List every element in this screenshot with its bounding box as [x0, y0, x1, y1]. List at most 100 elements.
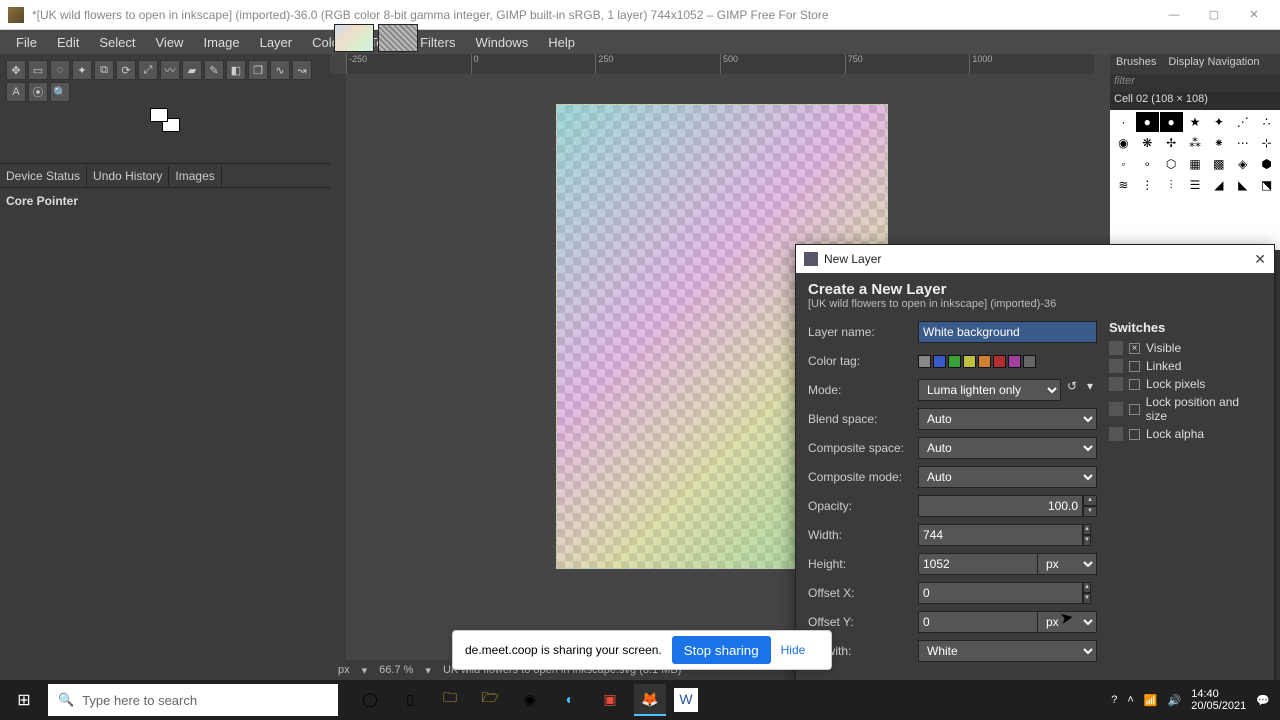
blend-space-select[interactable]: Auto: [918, 408, 1097, 430]
tool-smudge-icon[interactable]: ∿: [270, 60, 290, 80]
switch-checkbox[interactable]: [1129, 343, 1140, 354]
tab-display-navigation[interactable]: Display Navigation: [1162, 54, 1265, 74]
color-tag-swatch[interactable]: [963, 355, 976, 368]
tool-move-icon[interactable]: ✥: [6, 60, 26, 80]
dialog-close-button[interactable]: ✕: [1254, 251, 1266, 268]
taskbar-app-red-icon[interactable]: ▣: [594, 684, 626, 716]
image-tab-2[interactable]: [378, 24, 418, 52]
tool-scale-icon[interactable]: ⤢: [138, 60, 158, 80]
brush-item[interactable]: ☰: [1184, 175, 1207, 195]
brush-item[interactable]: ▦: [1184, 154, 1207, 174]
tool-free-select-icon[interactable]: ◌: [50, 60, 70, 80]
tab-brushes[interactable]: Brushes: [1110, 54, 1162, 74]
menu-select[interactable]: Select: [89, 32, 145, 53]
brush-item[interactable]: ⫶: [1160, 175, 1183, 195]
brush-item[interactable]: ⊹: [1255, 133, 1278, 153]
tray-clock[interactable]: 14:40 20/05/2021: [1191, 688, 1246, 712]
menu-help[interactable]: Help: [538, 32, 585, 53]
brush-item[interactable]: ∴: [1255, 112, 1278, 132]
offset-x-input[interactable]: [918, 582, 1083, 604]
brush-item[interactable]: ✦: [1207, 112, 1230, 132]
menu-file[interactable]: File: [6, 32, 47, 53]
stop-sharing-button[interactable]: Stop sharing: [672, 636, 771, 664]
color-tag-swatch[interactable]: [1008, 355, 1021, 368]
brush-item[interactable]: ⁕: [1207, 133, 1230, 153]
brush-item[interactable]: ⬡: [1160, 154, 1183, 174]
brush-item[interactable]: ⋯: [1231, 133, 1254, 153]
tray-wifi-icon[interactable]: 📶: [1144, 694, 1158, 707]
tool-text-icon[interactable]: A: [6, 82, 26, 102]
switch-lock-pixels[interactable]: Lock pixels: [1109, 377, 1262, 391]
fg-bg-colors[interactable]: [150, 108, 180, 132]
color-tag-swatch[interactable]: [993, 355, 1006, 368]
brush-item[interactable]: ✢: [1160, 133, 1183, 153]
mode-reset-icon[interactable]: ↺: [1065, 379, 1079, 401]
layer-name-input[interactable]: [918, 321, 1097, 343]
width-input[interactable]: [918, 524, 1083, 546]
tool-fuzzy-select-icon[interactable]: ✦: [72, 60, 92, 80]
tool-crop-icon[interactable]: ⧉: [94, 60, 114, 80]
dialog-titlebar[interactable]: New Layer ✕: [796, 245, 1274, 273]
tool-warp-icon[interactable]: 〰: [160, 60, 180, 80]
composite-mode-select[interactable]: Auto: [918, 466, 1097, 488]
tool-rotate-icon[interactable]: ⟳: [116, 60, 136, 80]
color-tag-swatch[interactable]: [978, 355, 991, 368]
menu-view[interactable]: View: [146, 32, 194, 53]
taskbar-search[interactable]: 🔍 Type here to search: [48, 684, 338, 716]
brush-item[interactable]: ·: [1112, 112, 1135, 132]
tool-clone-icon[interactable]: ❐: [248, 60, 268, 80]
switch-visible[interactable]: Visible: [1109, 341, 1262, 355]
hide-share-button[interactable]: Hide: [781, 643, 806, 657]
tool-bucket-icon[interactable]: ▰: [182, 60, 202, 80]
brush-item[interactable]: ★: [1184, 112, 1207, 132]
brush-item[interactable]: ⋰: [1231, 112, 1254, 132]
brush-item[interactable]: ⬢: [1255, 154, 1278, 174]
mode-select[interactable]: Luma lighten only: [918, 379, 1061, 401]
image-tab-1[interactable]: [334, 24, 374, 52]
switch-checkbox[interactable]: [1129, 361, 1140, 372]
composite-space-select[interactable]: Auto: [918, 437, 1097, 459]
brush-item[interactable]: ◣: [1231, 175, 1254, 195]
tool-pencil-icon[interactable]: ✎: [204, 60, 224, 80]
size-unit-select[interactable]: px: [1037, 553, 1097, 575]
switch-checkbox[interactable]: [1129, 404, 1140, 415]
close-button[interactable]: ✕: [1236, 5, 1272, 25]
minimize-button[interactable]: —: [1156, 5, 1192, 25]
menu-windows[interactable]: Windows: [465, 32, 538, 53]
taskbar-explorer-icon[interactable]: 🗀: [434, 684, 466, 716]
tool-path-icon[interactable]: ↝: [292, 60, 312, 80]
color-tag-swatch[interactable]: [933, 355, 946, 368]
brush-item[interactable]: ◈: [1231, 154, 1254, 174]
brush-item[interactable]: ◉: [1112, 133, 1135, 153]
opacity-input[interactable]: [918, 495, 1083, 517]
status-unit[interactable]: px: [338, 664, 350, 676]
taskbar-gimp-icon[interactable]: 🦊: [634, 684, 666, 716]
menu-edit[interactable]: Edit: [47, 32, 89, 53]
fill-with-select[interactable]: White: [918, 640, 1097, 662]
tray-help-icon[interactable]: ?: [1111, 694, 1117, 706]
brush-item[interactable]: ❋: [1136, 133, 1159, 153]
start-button[interactable]: ⊞: [0, 680, 48, 720]
switch-checkbox[interactable]: [1129, 379, 1140, 390]
tab-images[interactable]: Images: [169, 166, 221, 186]
tab-device-status[interactable]: Device Status: [0, 166, 87, 186]
tool-zoom-icon[interactable]: 🔍: [50, 82, 70, 102]
brush-item[interactable]: ≋: [1112, 175, 1135, 195]
brush-item[interactable]: ⁂: [1184, 133, 1207, 153]
color-tag-swatch[interactable]: [948, 355, 961, 368]
menu-layer[interactable]: Layer: [250, 32, 303, 53]
tool-picker-icon[interactable]: ⦿: [28, 82, 48, 102]
taskbar-edge-icon[interactable]: ◐: [554, 684, 586, 716]
switch-checkbox[interactable]: [1129, 429, 1140, 440]
brush-filter-input[interactable]: filter: [1110, 74, 1280, 92]
tool-rect-select-icon[interactable]: ▭: [28, 60, 48, 80]
taskbar-folder-icon[interactable]: 🗁: [474, 684, 506, 716]
brush-item[interactable]: ◦: [1112, 154, 1135, 174]
tray-chevron-up-icon[interactable]: ˄: [1127, 694, 1133, 706]
brush-item[interactable]: ⬔: [1255, 175, 1278, 195]
tray-volume-icon[interactable]: 🔊: [1168, 694, 1182, 707]
switch-linked[interactable]: Linked: [1109, 359, 1262, 373]
brush-item[interactable]: ●: [1160, 112, 1183, 132]
color-tag-swatch[interactable]: [918, 355, 931, 368]
switch-lock-position-and-size[interactable]: Lock position and size: [1109, 395, 1262, 423]
